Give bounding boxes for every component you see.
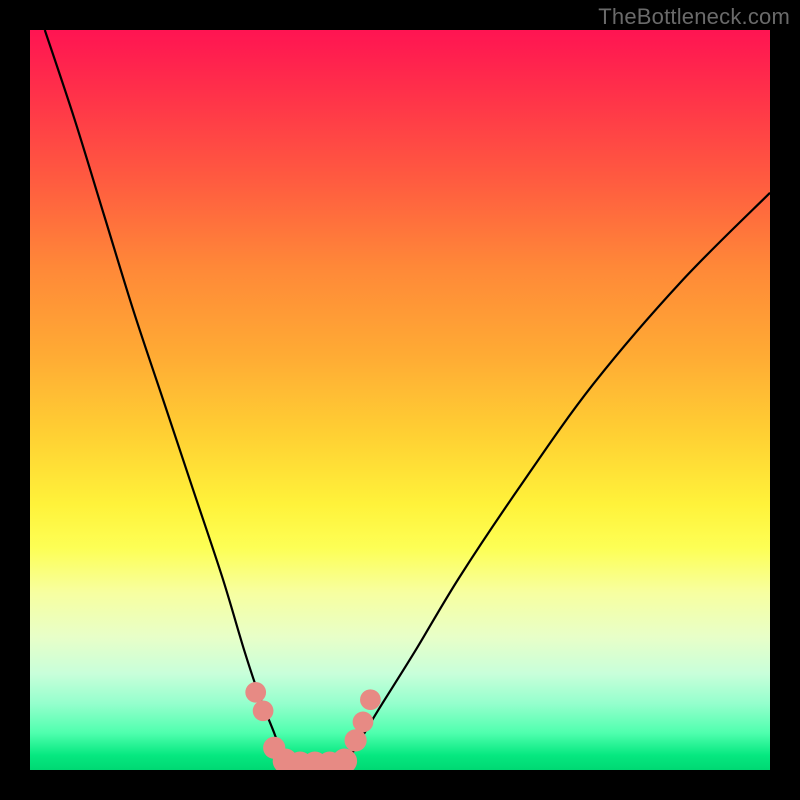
marker-group — [245, 682, 380, 770]
watermark-text: TheBottleneck.com — [598, 4, 790, 30]
chart-overlay — [30, 30, 770, 770]
series-right-curve — [341, 193, 770, 770]
marker-point — [245, 682, 266, 703]
marker-point — [353, 712, 374, 733]
chart-frame: TheBottleneck.com — [0, 0, 800, 800]
marker-point — [253, 700, 274, 721]
marker-point — [360, 689, 381, 710]
series-left-curve — [45, 30, 289, 770]
curve-group — [45, 30, 770, 770]
marker-point — [345, 729, 367, 751]
